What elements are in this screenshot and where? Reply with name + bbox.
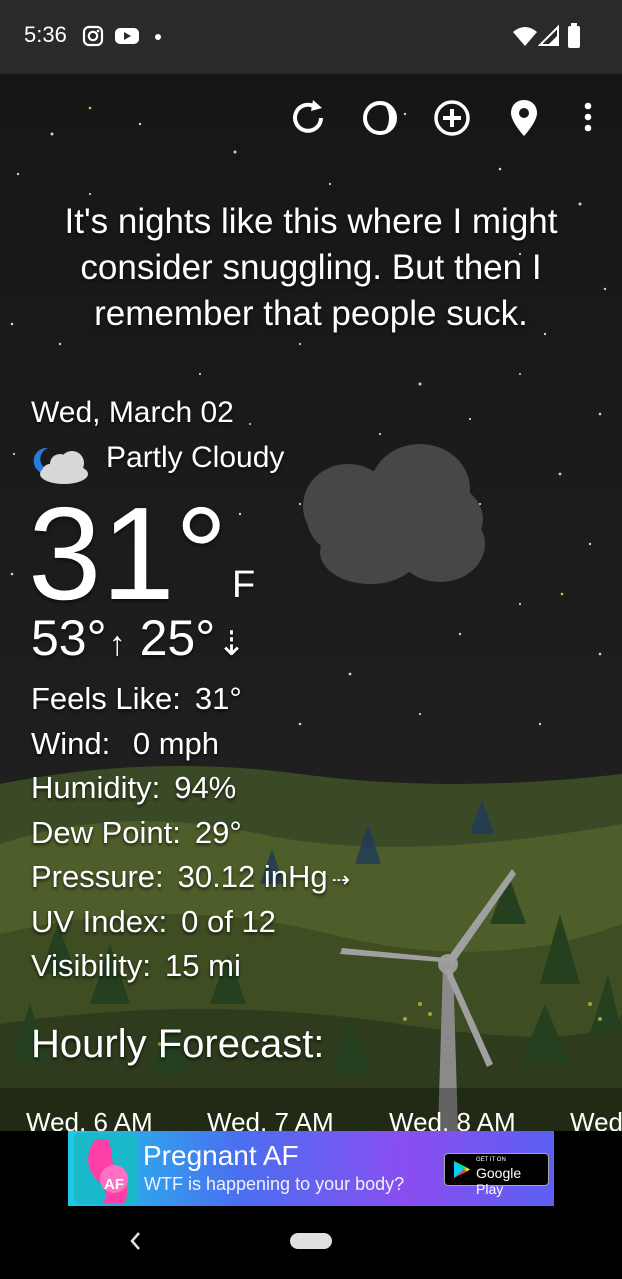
hourly-forecast-title: Hourly Forecast: [31, 1022, 325, 1066]
high-low-temperatures: 53°↑ 25°⇣ [31, 609, 260, 667]
detail-value: 94% [174, 770, 237, 805]
hourly-forecast-strip[interactable]: Wed, 6 AM Wed, 7 AM Wed, 8 AM Wed [0, 1088, 622, 1131]
high-temperature: 53° [31, 610, 107, 666]
google-play-icon [454, 1161, 470, 1178]
ad-app-logo-icon: AF [74, 1133, 138, 1204]
status-bar: 5:36 [0, 0, 622, 74]
ad-area: AF Pregnant AF WTF is happening to your … [0, 1131, 622, 1206]
detail-label: Feels Like: [31, 681, 181, 716]
detail-value: 15 mi [165, 948, 241, 983]
hourly-item[interactable]: Wed, 7 AM [207, 1107, 334, 1131]
hourly-item[interactable]: Wed [570, 1107, 622, 1131]
detail-dew-point: Dew Point: 29° [31, 811, 350, 856]
battery-icon [568, 23, 580, 48]
theme-icon[interactable] [358, 96, 402, 140]
ad-logo-text: AF [104, 1176, 124, 1193]
detail-feels-like: Feels Like: 31° [31, 677, 350, 722]
detail-label: Wind: [31, 725, 111, 761]
weather-details: Feels Like: 31° Wind: 0 mph Humidity: 94% … [31, 677, 350, 989]
detail-value: 31° [194, 681, 242, 716]
ad-subtitle: WTF is happening to your body? [144, 1174, 405, 1194]
forecast-date: Wed, March 02 [31, 396, 234, 429]
hourly-item[interactable]: Wed, 6 AM [26, 1107, 153, 1131]
snarky-quote: It's nights like this where I might cons… [64, 202, 558, 333]
detail-wind: Wind: 0 mph [31, 722, 350, 767]
app-screen: 5:36 It's nights like this where I might… [0, 0, 622, 1279]
detail-pressure: Pressure: 30.12 inHg ⇢ [31, 855, 350, 900]
badge-small-text: GET IT ON [476, 1157, 506, 1163]
detail-label: Humidity: [31, 770, 161, 805]
signal-icon [538, 24, 559, 46]
pressure-trend-icon: ⇢ [331, 867, 351, 892]
google-play-badge[interactable]: GET IT ON Google Play [444, 1153, 549, 1197]
ad-title: Pregnant AF [143, 1140, 299, 1171]
add-location-icon[interactable] [430, 96, 474, 140]
detail-label: Visibility: [31, 948, 152, 983]
navigation-bar [0, 1206, 622, 1279]
current-temperature: 31° [28, 480, 228, 627]
detail-label: Dew Point: [31, 814, 181, 850]
low-arrow-icon: ⇣ [217, 625, 246, 663]
wifi-icon [513, 27, 537, 46]
detail-value: 0 of 12 [181, 903, 276, 939]
youtube-icon [115, 28, 139, 44]
condition-label: Partly Cloudy [106, 441, 285, 474]
home-pill[interactable] [290, 1233, 332, 1249]
instagram-icon [82, 25, 104, 47]
detail-label: UV Index: [31, 903, 168, 939]
detail-humidity: Humidity: 94% [31, 766, 350, 811]
detail-label: Pressure: [31, 859, 164, 894]
more-vert-icon[interactable] [566, 96, 610, 140]
hourly-item[interactable]: Wed, 8 AM [389, 1107, 516, 1131]
location-pin-icon[interactable] [502, 96, 546, 140]
detail-value: 29° [194, 814, 242, 850]
notification-dot-icon [155, 34, 161, 40]
detail-value: 30.12 inHg [177, 859, 328, 894]
weather-scene: It's nights like this where I might cons… [0, 74, 622, 1131]
high-arrow-icon: ↑ [108, 625, 126, 663]
refresh-icon[interactable] [286, 96, 330, 140]
badge-big-text: Google Play [476, 1165, 522, 1197]
low-temperature: 25° [139, 610, 216, 666]
ad-banner[interactable]: AF Pregnant AF WTF is happening to your … [68, 1131, 554, 1206]
temperature-unit: F [232, 564, 256, 606]
back-icon[interactable] [126, 1228, 144, 1254]
detail-visibility: Visibility: 15 mi [31, 944, 350, 989]
detail-uv-index: UV Index: 0 of 12 [31, 900, 350, 945]
status-time: 5:36 [24, 22, 67, 47]
detail-value: 0 mph [124, 725, 220, 761]
